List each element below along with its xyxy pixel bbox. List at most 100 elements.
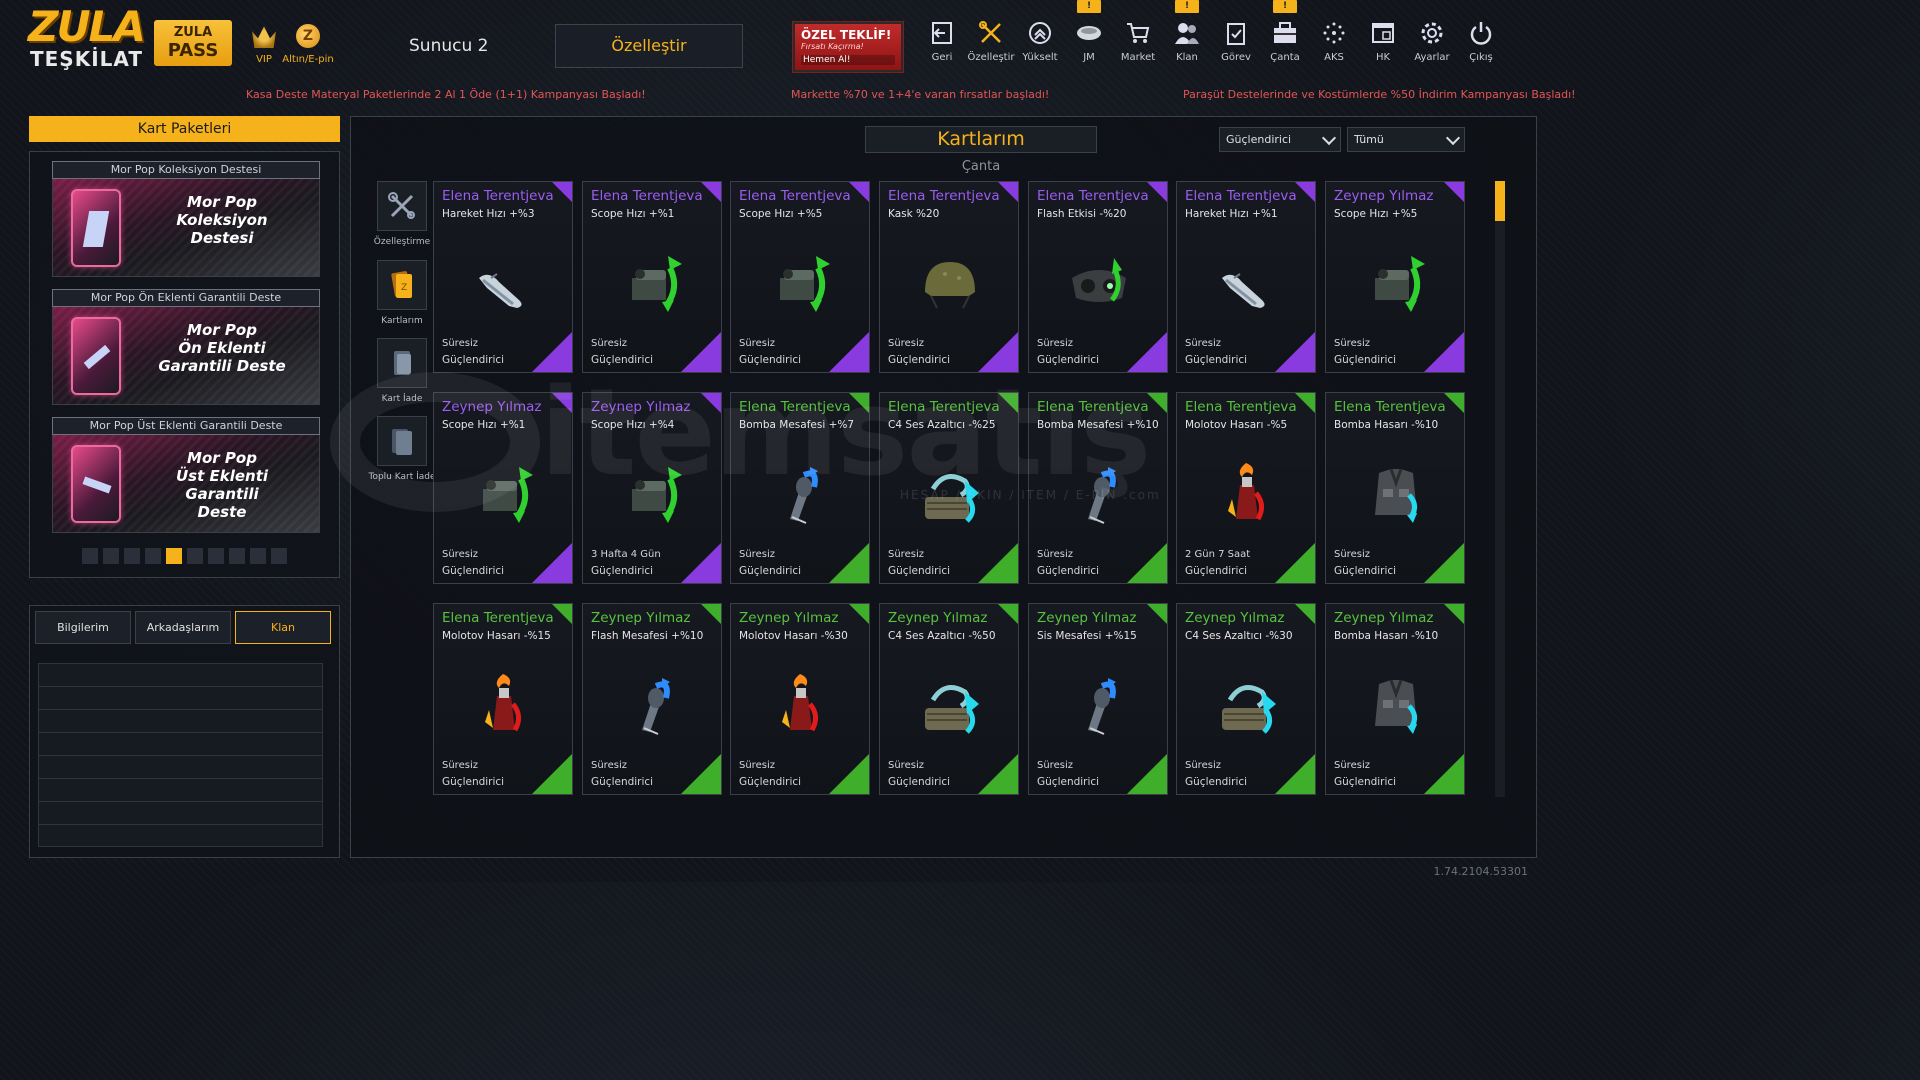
- rarity-corner-bottom: [1275, 332, 1315, 372]
- svg-text:Z: Z: [401, 283, 407, 293]
- buff-card[interactable]: Zeynep Yılmaz Molotov Hasarı -%30 Süresiz G…: [730, 603, 870, 795]
- buff-card[interactable]: Zeynep Yılmaz C4 Ses Azaltıcı -%50 Süresiz…: [879, 603, 1019, 795]
- rarity-corner-top: [1444, 393, 1464, 413]
- customize-button[interactable]: Özelleştir: [555, 24, 743, 68]
- pagination-dot[interactable]: [166, 548, 182, 564]
- nav-gear-button[interactable]: Ayarlar: [1408, 18, 1456, 63]
- rarity-corner-top: [1444, 604, 1464, 624]
- list-item[interactable]: [38, 663, 323, 686]
- nav-bag-button[interactable]: Çanta: [1261, 18, 1309, 63]
- pagination-dot[interactable]: [187, 548, 203, 564]
- buff-card[interactable]: Zeynep Yılmaz Bomba Hasarı -%10 Süresiz Güç…: [1325, 603, 1465, 795]
- side-tool-label: Kart İade: [381, 394, 423, 404]
- nav-cart-button[interactable]: Market: [1114, 18, 1162, 63]
- nav-upgrade-button[interactable]: Yükselt: [1016, 18, 1064, 63]
- buff-card[interactable]: Elena Terentjeva Scope Hızı +%1 Süresiz Güç…: [582, 181, 722, 373]
- card-pack-2[interactable]: Mor Pop Ön Eklenti Garantili Deste Mor P…: [52, 289, 320, 407]
- side-tool-customize[interactable]: Özelleştirme: [367, 181, 437, 247]
- buff-card[interactable]: Zeynep Yılmaz Scope Hızı +%5 Süresiz Güçlen…: [1325, 181, 1465, 373]
- buff-card[interactable]: Elena Terentjeva Bomba Hasarı -%10 Süresiz…: [1325, 392, 1465, 584]
- buff-card[interactable]: Elena Terentjeva C4 Ses Azaltıcı -%25 Süre…: [879, 392, 1019, 584]
- list-item[interactable]: [38, 755, 323, 778]
- rarity-corner-top: [849, 182, 869, 202]
- pagination-dot[interactable]: [271, 548, 287, 564]
- buff-card[interactable]: Zeynep Yılmaz Flash Mesafesi +%10 Süresiz G…: [582, 603, 722, 795]
- list-item[interactable]: [38, 824, 323, 847]
- card-pack-icon: [71, 189, 121, 267]
- buff-card[interactable]: Zeynep Yılmaz Scope Hızı +%1 Süresiz Güçlen…: [433, 392, 573, 584]
- list-item[interactable]: [38, 686, 323, 709]
- card-category: Güçlendirici: [888, 776, 951, 788]
- nav-back-button[interactable]: Geri: [918, 18, 966, 63]
- tab-bilgilerim[interactable]: Bilgilerim: [35, 611, 131, 644]
- pagination-dot[interactable]: [82, 548, 98, 564]
- card-owner: Elena Terentjeva: [888, 399, 1000, 415]
- type-filter-select[interactable]: Güçlendirici: [1219, 127, 1341, 152]
- card-stat: C4 Ses Azaltıcı -%30: [1185, 630, 1293, 642]
- logo-line2: TEŞKİLAT: [30, 47, 143, 71]
- card-pack-icon: [71, 317, 121, 395]
- buff-card[interactable]: Elena Terentjeva Molotov Hasarı -%15 Süres…: [433, 603, 573, 795]
- nav-mission-button[interactable]: Görev: [1212, 18, 1260, 63]
- buff-card[interactable]: Elena Terentjeva Hareket Hızı +%1 Süresiz G…: [1176, 181, 1316, 373]
- nav-aks-button[interactable]: AKS: [1310, 18, 1358, 63]
- vip-button[interactable]: VIP: [248, 24, 280, 65]
- card-owner: Zeynep Yılmaz: [1185, 610, 1285, 626]
- all-filter-select[interactable]: Tümü: [1347, 127, 1465, 152]
- card-pack-3[interactable]: Mor Pop Üst Eklenti Garantili Deste Mor …: [52, 417, 320, 535]
- rarity-corner-bottom: [1424, 754, 1464, 794]
- tab-klan[interactable]: Klan: [235, 611, 331, 644]
- card-owner: Zeynep Yılmaz: [1037, 610, 1137, 626]
- scrollbar-thumb[interactable]: [1495, 181, 1505, 221]
- special-offer-banner[interactable]: ÖZEL TEKLİF! Fırsatı Kaçırma! Hemen Al!: [792, 21, 904, 73]
- nav-hk-button[interactable]: HK: [1359, 18, 1407, 63]
- buff-card[interactable]: Elena Terentjeva Kask %20 Süresiz Güçlendir…: [879, 181, 1019, 373]
- buff-card[interactable]: Zeynep Yılmaz C4 Ses Azaltıcı -%30 Süresiz…: [1176, 603, 1316, 795]
- card-duration: Süresiz: [739, 338, 775, 349]
- buff-card[interactable]: Elena Terentjeva Bomba Mesafesi +%10 Süres…: [1028, 392, 1168, 584]
- tab-arkadaslarim[interactable]: Arkadaşlarım: [135, 611, 231, 644]
- shoe-icon: [469, 248, 539, 318]
- nav-label: Market: [1120, 52, 1156, 63]
- buff-card[interactable]: Elena Terentjeva Hareket Hızı +%3 Süresiz G…: [433, 181, 573, 373]
- scope-icon: [618, 459, 688, 529]
- power-icon: [1457, 18, 1505, 48]
- card-stat: Scope Hızı +%1: [591, 208, 675, 220]
- list-item[interactable]: [38, 709, 323, 732]
- card-duration: Süresiz: [442, 338, 478, 349]
- list-item[interactable]: [38, 732, 323, 755]
- side-tool-card-return[interactable]: Kart İade: [367, 338, 437, 404]
- nav-clan-button[interactable]: Klan: [1163, 18, 1211, 63]
- grenade-icon: [1064, 459, 1134, 529]
- side-tool-my-cards[interactable]: Z Kartlarım: [367, 260, 437, 326]
- card-pack-name: Mor Pop Ön Eklenti Garantili Deste: [158, 321, 286, 375]
- buff-card[interactable]: Elena Terentjeva Flash Etkisi -%20 Süresiz…: [1028, 181, 1168, 373]
- logo-line1: ZULA: [28, 2, 146, 51]
- list-item[interactable]: [38, 778, 323, 801]
- card-pack-1[interactable]: Mor Pop Koleksiyon Destesi Mor Pop Kolek…: [52, 161, 320, 279]
- nav-jm-button[interactable]: JM: [1065, 18, 1113, 63]
- scrollbar[interactable]: [1495, 181, 1505, 797]
- buff-card[interactable]: Zeynep Yılmaz Scope Hızı +%4 3 Hafta 4 Gün…: [582, 392, 722, 584]
- rarity-corner-top: [1295, 393, 1315, 413]
- card-owner: Elena Terentjeva: [591, 188, 703, 204]
- buff-card[interactable]: Zeynep Yılmaz Sis Mesafesi +%15 Süresiz Güç…: [1028, 603, 1168, 795]
- buff-card[interactable]: Elena Terentjeva Bomba Mesafesi +%7 Süresi…: [730, 392, 870, 584]
- buff-card[interactable]: Elena Terentjeva Molotov Hasarı -%5 2 Gün …: [1176, 392, 1316, 584]
- pagination-dot[interactable]: [208, 548, 224, 564]
- pagination-dot[interactable]: [229, 548, 245, 564]
- notification-badge: !: [1175, 0, 1199, 13]
- pagination-dot[interactable]: [145, 548, 161, 564]
- pagination-dot[interactable]: [124, 548, 140, 564]
- card-duration: Süresiz: [442, 760, 478, 771]
- side-tool-bulk-card-return[interactable]: Toplu Kart İade: [367, 416, 437, 482]
- nav-power-button[interactable]: Çıkış: [1457, 18, 1505, 63]
- zula-pass-button[interactable]: ZULA PASS: [154, 20, 232, 66]
- buff-card[interactable]: Elena Terentjeva Scope Hızı +%5 Süresiz Güç…: [730, 181, 870, 373]
- list-item[interactable]: [38, 801, 323, 824]
- pagination-dot[interactable]: [103, 548, 119, 564]
- nav-tools-button[interactable]: Özelleştir: [967, 18, 1015, 63]
- pagination-dot[interactable]: [250, 548, 266, 564]
- gold-epin-button[interactable]: Z Altın/E-pin: [280, 24, 336, 65]
- molotov-icon: [469, 670, 539, 740]
